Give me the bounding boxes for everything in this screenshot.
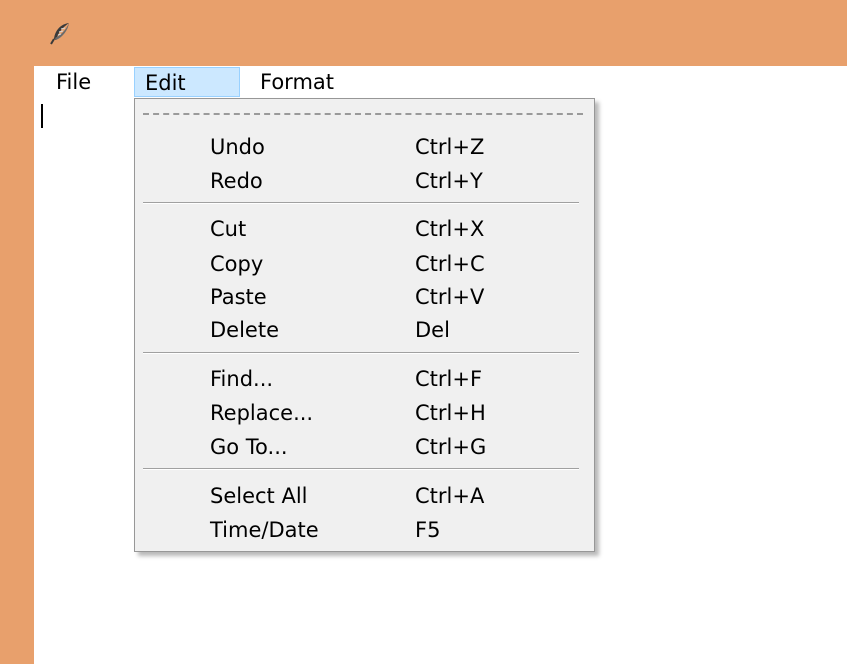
menu-item-shortcut: Ctrl+X (415, 217, 485, 241)
text-caret (41, 104, 43, 128)
menu-item-shortcut: Ctrl+F (415, 367, 483, 391)
menu-item-shortcut: Ctrl+Y (415, 169, 483, 193)
menu-separator (143, 352, 579, 354)
menu-item-label: Find... (210, 367, 274, 391)
menu-item-shortcut: F5 (415, 518, 441, 542)
menu-item-label: Paste (210, 285, 267, 309)
app-window: File Edit Format Undo Ctrl+Z Redo Ctrl+Y… (0, 0, 847, 664)
menu-item-shortcut: Ctrl+C (415, 252, 485, 276)
menu-item-undo[interactable]: Undo Ctrl+Z (135, 131, 594, 163)
menu-item-go-to[interactable]: Go To... Ctrl+G (135, 431, 594, 463)
menu-item-shortcut: Ctrl+H (415, 401, 486, 425)
menu-item-redo[interactable]: Redo Ctrl+Y (135, 165, 594, 197)
edit-menu-dropdown: Undo Ctrl+Z Redo Ctrl+Y Cut Ctrl+X Copy … (134, 98, 595, 552)
menu-bar: File Edit Format (34, 66, 847, 99)
menu-item-label: Copy (210, 252, 264, 276)
menu-item-label: Delete (210, 318, 279, 342)
menu-item-label: Cut (210, 217, 247, 241)
menu-edit[interactable]: Edit (134, 67, 240, 97)
menu-item-copy[interactable]: Copy Ctrl+C (135, 248, 594, 280)
menu-item-shortcut: Ctrl+V (415, 285, 485, 309)
menu-item-label: Go To... (210, 435, 288, 459)
menu-item-cut[interactable]: Cut Ctrl+X (135, 213, 594, 245)
menu-item-delete[interactable]: Delete Del (135, 314, 594, 346)
menu-format[interactable]: Format (250, 67, 344, 97)
feather-icon (50, 23, 69, 45)
tearoff-line[interactable] (143, 113, 583, 115)
menu-item-shortcut: Ctrl+A (415, 484, 485, 508)
menu-item-shortcut: Del (415, 318, 450, 342)
menu-separator (143, 468, 579, 470)
title-bar[interactable] (0, 0, 847, 66)
menu-item-select-all[interactable]: Select All Ctrl+A (135, 480, 594, 512)
menu-item-label: Select All (210, 484, 308, 508)
menu-item-label: Replace... (210, 401, 314, 425)
menu-item-label: Time/Date (210, 518, 319, 542)
menu-item-replace[interactable]: Replace... Ctrl+H (135, 397, 594, 429)
menu-item-shortcut: Ctrl+Z (415, 135, 485, 159)
menu-item-label: Undo (210, 135, 265, 159)
menu-separator (143, 202, 579, 204)
menu-file[interactable]: File (46, 67, 101, 97)
menu-item-find[interactable]: Find... Ctrl+F (135, 363, 594, 395)
menu-item-paste[interactable]: Paste Ctrl+V (135, 281, 594, 313)
menu-item-shortcut: Ctrl+G (415, 435, 487, 459)
menu-item-time-date[interactable]: Time/Date F5 (135, 514, 594, 546)
menu-item-label: Redo (210, 169, 263, 193)
